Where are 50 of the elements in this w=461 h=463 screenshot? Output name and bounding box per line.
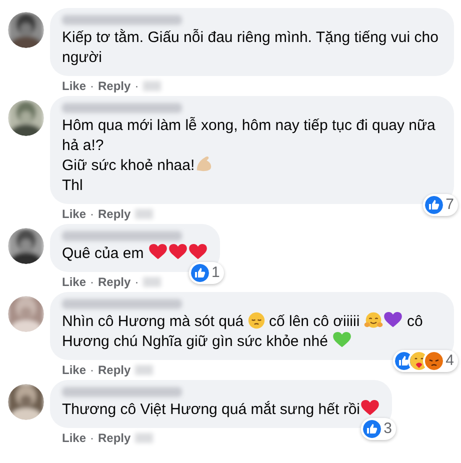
- comment-text: Hôm qua mới làm lễ xong, hôm nay tiếp tục đi quay nữa hả a!? Giữ sức khoẻ nhaa! Thl: [62, 116, 436, 196]
- reaction-badge[interactable]: 4: [392, 350, 458, 372]
- redacted-time: [142, 81, 161, 91]
- flexed-biceps-icon: [194, 156, 213, 172]
- separator-dot: ·: [90, 274, 94, 291]
- heart-icon: [384, 312, 402, 328]
- heart-icon: [168, 244, 187, 260]
- comment-text: Kiếp tơ tằm. Giấu nỗi đau riêng mình. Tặng tiếng vui cho người: [62, 28, 440, 68]
- heart-icon: [188, 244, 207, 260]
- reaction-badge[interactable]: 3: [360, 418, 396, 440]
- reaction-count: 3: [384, 420, 392, 438]
- comment-action-link[interactable]: Like: [62, 429, 86, 447]
- angry-face-icon: [424, 352, 443, 370]
- hugging-face-icon: [410, 352, 428, 370]
- separator-dot: ·: [90, 206, 94, 223]
- comment-action-link[interactable]: Reply: [98, 273, 131, 291]
- separator-dot: ·: [90, 78, 94, 95]
- reaction-count: 4: [446, 352, 454, 370]
- comment-action-link[interactable]: Reply: [98, 205, 131, 223]
- separator-dot: ·: [134, 274, 139, 291]
- comment-action-link[interactable]: Reply: [98, 77, 131, 95]
- redacted-time: [142, 277, 161, 287]
- thumbs-up-icon: [394, 352, 413, 370]
- comment-text: Quê của em: [62, 244, 208, 264]
- reaction-badge[interactable]: 7: [422, 194, 458, 216]
- comment-text: Nhìn cô Hương mà sót quá cố lên cô ơiiiii cô Hương chú Nghĩa giữ gìn sức khỏe nhé: [62, 312, 424, 352]
- thumbs-up-icon: [190, 264, 209, 282]
- reaction-count: 7: [446, 196, 454, 214]
- hugging-face-icon: [364, 312, 383, 329]
- comment-action-link[interactable]: Reply: [98, 429, 131, 447]
- comment-action-link[interactable]: Like: [62, 77, 86, 95]
- comment-text: Thương cô Việt Hương quá mắt sưng hết rồi: [62, 400, 380, 420]
- reaction-count: 1: [212, 264, 220, 282]
- redacted-time: [134, 209, 153, 219]
- comment-action-link[interactable]: Reply: [98, 361, 131, 379]
- redacted-time: [134, 433, 153, 443]
- separator-dot: ·: [90, 430, 94, 447]
- thumbs-up-icon: [362, 420, 381, 438]
- comment-action-link[interactable]: Like: [62, 205, 86, 223]
- comment-action-link[interactable]: Like: [62, 273, 86, 291]
- separator-dot: ·: [90, 362, 94, 379]
- comment-action-link[interactable]: Like: [62, 361, 86, 379]
- heart-icon: [361, 400, 380, 416]
- pensive-face-icon: [248, 312, 265, 329]
- thumbs-up-icon: [424, 196, 443, 214]
- heart-icon: [333, 332, 352, 348]
- redacted-time: [134, 365, 153, 375]
- reaction-badge[interactable]: 1: [188, 262, 224, 284]
- heart-icon: [148, 244, 167, 260]
- separator-dot: ·: [134, 78, 139, 95]
